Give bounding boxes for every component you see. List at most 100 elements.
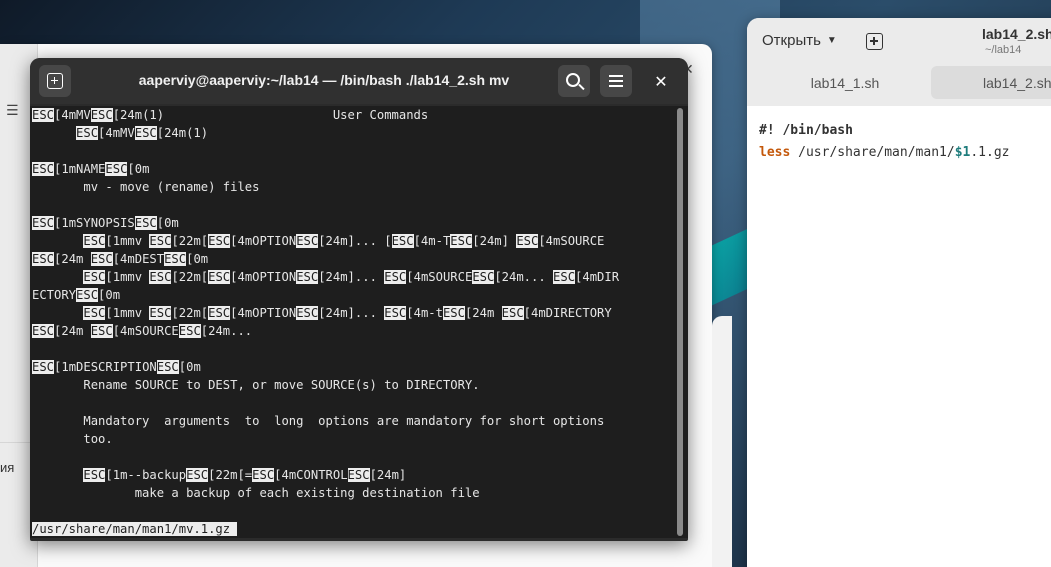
esc-marker: ESC	[134, 216, 157, 230]
status-line-text: /usr/share/man/man1/mv.1.gz	[32, 522, 238, 536]
terminal-text: [1mmv	[105, 306, 150, 320]
terminal-line: ESC[24m ESC[4mSOURCEESC[24m...	[32, 322, 252, 340]
sidebar-item-label[interactable]: ия	[0, 460, 14, 475]
esc-marker: ESC	[501, 306, 524, 320]
background-panel	[712, 316, 732, 567]
esc-marker: ESC	[83, 270, 106, 284]
esc-marker: ESC	[83, 306, 106, 320]
terminal-text: [24m]	[472, 234, 517, 248]
terminal-text: [4mOPTION	[230, 270, 297, 284]
editor-title: lab14_2.sh	[982, 26, 1051, 42]
code-line-1: #! /bin/bash	[759, 123, 853, 138]
hamburger-menu-icon	[609, 75, 623, 87]
terminal-text: [0m	[98, 288, 121, 302]
esc-marker: ESC	[32, 360, 55, 374]
esc-marker: ESC	[296, 270, 319, 284]
menu-button[interactable]	[600, 65, 632, 97]
hamburger-menu-icon[interactable]: ☰	[6, 104, 22, 118]
esc-marker: ESC	[384, 306, 407, 320]
terminal-text: [1mmv	[105, 270, 150, 284]
terminal-text: [4mOPTION	[230, 306, 297, 320]
esc-marker: ESC	[252, 468, 275, 482]
new-tab-button[interactable]	[39, 65, 71, 97]
terminal-text: [4mSOURCE	[538, 234, 605, 248]
esc-marker: ESC	[90, 324, 113, 338]
esc-marker: ESC	[164, 252, 187, 266]
terminal-line: Mandatory arguments to long options are …	[32, 414, 605, 428]
terminal-text: [24m...	[200, 324, 253, 338]
terminal-text: [4m-t	[406, 306, 443, 320]
terminal-text: ECTORY	[32, 288, 77, 302]
code-line-2: less /usr/share/man/man1/$1.1.gz	[759, 142, 1009, 164]
text-editor-window: Открыть ▼ lab14_2.sh ~/lab14 lab14_1.sh …	[747, 18, 1051, 567]
terminal-header: aaperviy@aaperviy:~/lab14 — /bin/bash ./…	[30, 58, 688, 104]
terminal-text: [1mSYNOPSIS	[54, 216, 135, 230]
terminal-text: [24m	[464, 306, 502, 320]
code-path: /usr/share/man/man1/	[790, 145, 955, 160]
esc-marker: ESC	[186, 468, 209, 482]
terminal-title: aaperviy@aaperviy:~/lab14 — /bin/bash ./…	[138, 72, 510, 88]
terminal-text: [24m	[54, 324, 91, 338]
scrollbar-thumb[interactable]	[677, 108, 683, 536]
search-button[interactable]	[558, 65, 590, 97]
chevron-down-icon: ▼	[826, 35, 837, 46]
esc-marker: ESC	[90, 108, 113, 122]
terminal-line: ESC[1mmv ESC[22m[ESC[4mOPTIONESC[24m]...…	[32, 268, 619, 286]
close-button[interactable]: ✕	[648, 68, 674, 94]
code-area[interactable]: #! /bin/bash less /usr/share/man/man1/$1.…	[759, 120, 1009, 164]
search-icon	[565, 72, 580, 87]
terminal-line: Rename SOURCE to DEST, or move SOURCE(s)…	[32, 378, 480, 392]
terminal-line: ESC[1mNAMEESC[0m	[32, 160, 149, 178]
terminal-text: [22m[	[171, 306, 209, 320]
terminal-line: ESC[24m ESC[4mDESTESC[0m	[32, 250, 208, 268]
tab-lab14-2[interactable]: lab14_2.sh	[931, 66, 1051, 99]
new-document-icon[interactable]	[866, 33, 883, 50]
terminal-text: [4mCONTROL	[274, 468, 348, 482]
terminal-line: ESC[4mMVESC[24m(1)	[32, 124, 208, 142]
terminal-text: [4mDIRECTORY	[523, 306, 612, 320]
esc-marker: ESC	[156, 360, 179, 374]
open-button[interactable]: Открыть ▼	[762, 32, 837, 49]
esc-marker: ESC	[32, 108, 55, 122]
terminal-text: [24m]... [	[318, 234, 392, 248]
terminal-text: [0m	[178, 360, 201, 374]
tab-lab14-1[interactable]: lab14_1.sh	[759, 66, 931, 99]
terminal-text: [0m	[186, 252, 209, 266]
terminal-text: [24m]...	[318, 306, 385, 320]
esc-marker: ESC	[32, 216, 55, 230]
terminal-text: [4m-T	[413, 234, 451, 248]
terminal-text: [4mSOURCE	[112, 324, 179, 338]
terminal-line: ESC[1m--backupESC[22m[=ESC[4mCONTROLESC[…	[32, 466, 406, 484]
terminal-text: [0m	[127, 162, 150, 176]
terminal-text: [1mmv	[105, 234, 150, 248]
terminal-output[interactable]: ESC[4mMVESC[24m(1) User Commands ESC[4mM…	[30, 106, 675, 538]
terminal-text: [24m(1)	[156, 126, 209, 140]
terminal-text: [0m	[156, 216, 179, 230]
terminal-text: [4mMV	[98, 126, 135, 140]
status-line: /usr/share/man/man1/mv.1.gz	[32, 520, 238, 538]
code-command: less	[759, 145, 791, 160]
esc-marker: ESC	[105, 162, 128, 176]
esc-marker: ESC	[296, 234, 319, 248]
esc-marker: ESC	[32, 162, 55, 176]
esc-marker: ESC	[296, 306, 319, 320]
terminal-text: [4mSOURCE	[406, 270, 473, 284]
terminal-text: [24m	[54, 252, 91, 266]
terminal-line: ESC[1mSYNOPSISESC[0m	[32, 214, 179, 232]
esc-marker: ESC	[178, 324, 201, 338]
esc-marker: ESC	[472, 270, 495, 284]
terminal-text: [22m[	[171, 270, 209, 284]
terminal-line: ECTORYESC[0m	[32, 286, 120, 304]
terminal-line: ESC[1mmv ESC[22m[ESC[4mOPTIONESC[24m]...…	[32, 232, 604, 250]
terminal-text: [1m--backup	[105, 468, 187, 482]
esc-marker: ESC	[32, 252, 55, 266]
esc-marker: ESC	[208, 234, 231, 248]
esc-marker: ESC	[149, 306, 172, 320]
esc-marker: ESC	[450, 234, 473, 248]
terminal-text: [24m]...	[318, 270, 385, 284]
terminal-text: [4mMV	[54, 108, 91, 122]
esc-marker: ESC	[347, 468, 370, 482]
